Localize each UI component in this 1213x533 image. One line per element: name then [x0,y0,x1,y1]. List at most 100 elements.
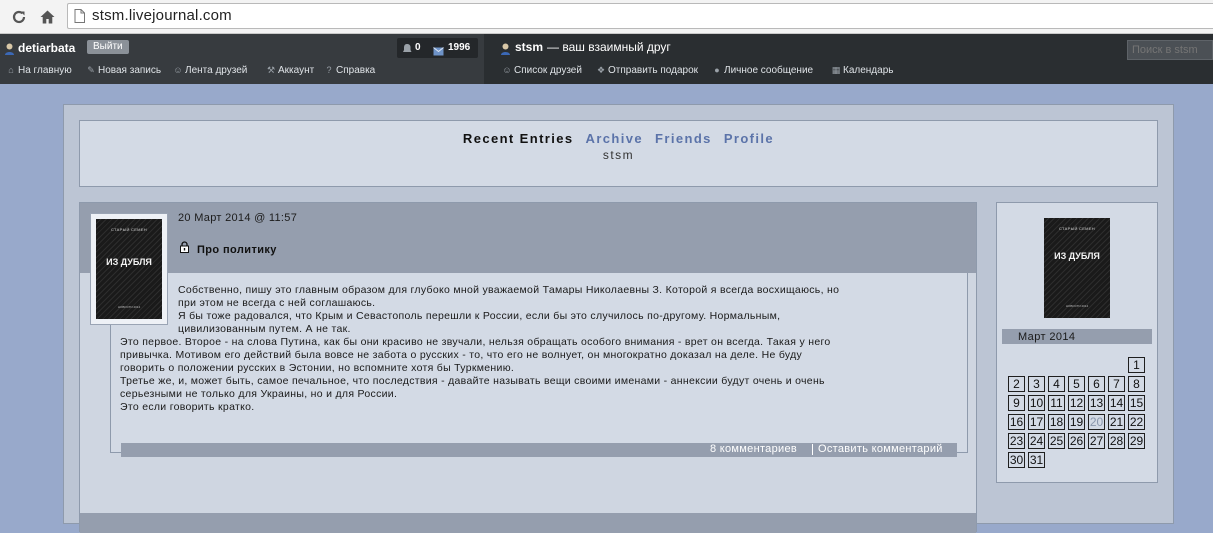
calendar-day[interactable]: 23 [1008,433,1025,449]
calendar-day[interactable]: 1 [1128,357,1145,373]
messages-icon[interactable] [433,43,444,61]
book-cover-image: СТАРЫЙ СЕМЕН ИЗ ДУБЛЯ НОВОСТИ 2014 [96,219,162,319]
home-small-icon: ⌂ [8,65,14,75]
friends-list-link[interactable]: ☺ Список друзей [502,65,582,76]
leave-comment-link[interactable]: Оставить комментарий [818,443,943,455]
calendar-title: Март 2014 [1018,331,1076,343]
topbar-journal-section: stsm — ваш взаимный друг ☺ Список друзей … [484,34,1213,84]
entry-text-line: Это первое. Второе - на слова Путина, ка… [120,336,831,348]
logout-button[interactable]: Выйти [87,40,129,54]
calendar-day[interactable]: 22 [1128,414,1145,430]
friends-list-icon: ☺ [502,65,512,75]
calendar-day[interactable]: 10 [1028,395,1045,411]
calendar-day[interactable]: 25 [1048,433,1065,449]
calendar-icon: ▦ [831,65,841,75]
calendar-day[interactable]: 15 [1128,395,1145,411]
home-icon[interactable] [36,6,58,28]
nav-friends-feed-link[interactable]: ☺ Лента друзей [173,65,247,76]
journal-header: Recent Entries Archive Friends Profile stsm [79,120,1158,187]
calendar-day[interactable]: 18 [1048,414,1065,430]
comments-link[interactable]: 8 комментариев [710,443,797,455]
calendar-day[interactable]: 20 [1088,414,1105,430]
send-gift-link[interactable]: ❖ Отправить подарок [596,65,698,76]
notification-count[interactable]: 0 [415,42,421,53]
entry-date: 20 Март 2014 @ 11:57 [178,212,298,224]
entry-text-line: цивилизованным путем. А не так. [178,323,351,335]
entry-text-line: Собственно, пишу это главным образом для… [178,284,840,296]
calendar-day[interactable]: 13 [1088,395,1105,411]
entry-text-line: Третье же, и, может быть, самое печально… [120,375,825,387]
entry-text-line: говорить о положении русских в Эстонии, … [120,362,515,374]
friends-list-label: Список друзей [514,65,582,76]
browser-toolbar: stsm.livejournal.com [0,0,1213,34]
calendar-day[interactable]: 27 [1088,433,1105,449]
nav-home-label: На главную [18,65,72,76]
book-footer: НОВОСТИ 2014 [117,305,141,309]
calendar-day[interactable]: 29 [1128,433,1145,449]
calendar-day[interactable]: 6 [1088,376,1105,392]
calendar-day[interactable]: 31 [1028,452,1045,468]
footer-separator [812,444,813,455]
calendar-day[interactable]: 5 [1068,376,1085,392]
messages-count[interactable]: 1996 [448,42,470,53]
journal-user-icon [500,42,511,60]
journal-search-input[interactable] [1127,40,1213,60]
calendar-day[interactable]: 9 [1008,395,1025,411]
nav-help-link[interactable]: ? Справка [324,65,375,76]
calendar-day[interactable]: 4 [1048,376,1065,392]
private-message-link[interactable]: ● Личное сообщение [712,65,813,76]
calendar-day[interactable]: 26 [1068,433,1085,449]
nav-friends[interactable]: Friends [655,131,712,146]
book-author: СТАРЫЙ СЕМЕН [111,227,147,232]
next-entry-band [80,513,976,533]
calendar-label: Календарь [843,65,894,76]
calendar-day[interactable]: 8 [1128,376,1145,392]
entry-text-line: при этом не всегда с ней соглашаюсь. [178,297,376,309]
nav-home-link[interactable]: ⌂ На главную [6,65,72,76]
reload-icon[interactable] [8,6,30,28]
nav-account-label: Аккаунт [278,65,315,76]
calendar-day[interactable]: 3 [1028,376,1045,392]
journal-username-link[interactable]: stsm [515,40,543,54]
calendar-day[interactable]: 12 [1068,395,1085,411]
nav-recent-entries: Recent Entries [462,131,574,146]
nav-new-post-link[interactable]: ✎ Новая запись [86,65,161,76]
notification-icon[interactable] [403,42,412,60]
calendar-day[interactable]: 21 [1108,414,1125,430]
calendar-day[interactable]: 14 [1108,395,1125,411]
calendar-link[interactable]: ▦ Календарь [831,65,894,76]
calendar-day[interactable]: 24 [1028,433,1045,449]
calendar-day[interactable]: 30 [1008,452,1025,468]
username-link[interactable]: detiarbata [18,41,75,55]
address-bar[interactable]: stsm.livejournal.com [67,3,1213,29]
calendar-day[interactable]: 16 [1008,414,1025,430]
entry-text-line: Это если говорить кратко. [120,401,255,413]
message-bubble-icon: ● [714,65,720,75]
calendar-day[interactable]: 2 [1008,376,1025,392]
entry-text-line: привычка. Мотивом его действий была вовс… [120,349,803,361]
calendar-day[interactable]: 28 [1108,433,1125,449]
private-message-label: Личное сообщение [724,65,814,76]
nav-account-link[interactable]: ⚒ Аккаунт [266,65,314,76]
journal-tagline: — ваш взаимный друг [547,40,671,54]
nav-profile[interactable]: Profile [724,131,774,146]
journal-nav: Recent Entries Archive Friends Profile [80,131,1157,146]
journal-name: stsm [602,148,635,162]
wrench-icon: ⚒ [266,65,276,75]
nav-help-label: Справка [336,65,376,76]
sidebar-book-title: ИЗ ДУБЛЯ [1054,251,1100,261]
calendar-day[interactable]: 7 [1108,376,1125,392]
nav-archive[interactable]: Archive [586,131,644,146]
sidebar-book-footer: НОВОСТИ 2014 [1065,304,1089,308]
entry-text-line: Я бы тоже радовался, что Крым и Севастоп… [178,310,781,322]
calendar-day[interactable]: 19 [1068,414,1085,430]
topbar-user-section: detiarbata Выйти 0 1996 ⌂ На главную ✎ Нов… [0,34,484,84]
entry-text-line: серьезными не только для Украины, но и д… [120,388,398,400]
gift-icon: ❖ [596,65,606,75]
entry-subject: Про политику [197,244,277,256]
sidebar-userpic[interactable]: СТАРЫЙ СЕМЕН ИЗ ДУБЛЯ НОВОСТИ 2014 [1044,218,1110,318]
calendar-day[interactable]: 17 [1028,414,1045,430]
calendar-day[interactable]: 11 [1048,395,1065,411]
user-icon [4,42,15,60]
entry-userpic[interactable]: СТАРЫЙ СЕМЕН ИЗ ДУБЛЯ НОВОСТИ 2014 [90,213,168,325]
